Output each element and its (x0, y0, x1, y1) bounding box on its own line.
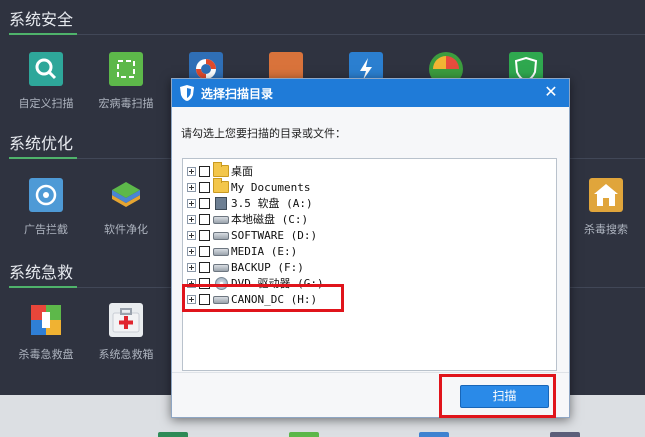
tree-checkbox[interactable] (199, 245, 210, 257)
drive-icon (213, 216, 229, 224)
section-divider (77, 34, 645, 35)
drive-icon (213, 232, 229, 240)
magnifier-icon (29, 52, 63, 86)
tree-item[interactable]: 桌面 (187, 162, 253, 179)
tree-checkbox[interactable] (199, 229, 210, 241)
shield-icon (180, 85, 194, 101)
tree-checkbox[interactable] (199, 181, 210, 193)
expand-icon[interactable] (187, 246, 196, 256)
tree-item[interactable]: BACKUP (F:) (187, 259, 304, 275)
highlight-box-drive (182, 284, 344, 312)
tree-checkbox[interactable] (199, 261, 210, 273)
select-scan-dir-dialog: 选择扫描目录 ✕ 请勾选上您要扫描的目录或文件： 桌面 My Documents 3… (171, 78, 570, 418)
folder-icon (213, 162, 229, 177)
tree-item[interactable]: SOFTWARE (D:) (187, 227, 317, 243)
tool-label: 系统急救箱 (98, 348, 154, 361)
expand-icon[interactable] (187, 166, 196, 176)
section-title-rescue: 系统急救 (9, 263, 74, 282)
divider (172, 372, 569, 373)
tree-checkbox[interactable] (199, 213, 210, 225)
tree-item-label: SOFTWARE (D:) (231, 228, 318, 242)
tool-label: 软件净化 (104, 223, 148, 236)
footer-tile[interactable] (419, 432, 449, 437)
tool-macro-scan[interactable]: 宏病毒扫描 (91, 52, 161, 111)
layers-icon (109, 178, 143, 212)
tree-item[interactable]: My Documents (187, 178, 311, 195)
expand-icon[interactable] (187, 198, 196, 208)
section-title-optimize: 系统优化 (9, 134, 74, 153)
highlight-box-scan (439, 374, 556, 418)
expand-icon[interactable] (187, 214, 196, 224)
tree-item[interactable]: 本地磁盘 (C:) (187, 211, 308, 227)
tool-label: 宏病毒扫描 (98, 97, 154, 110)
house-icon (589, 178, 623, 212)
tool-ad-block[interactable]: 广告拦截 (11, 178, 81, 237)
tree-checkbox[interactable] (199, 197, 210, 209)
tool-rescue-box[interactable]: 系统急救箱 (91, 303, 161, 362)
tree-item[interactable]: 3.5 软盘 (A:) (187, 195, 313, 211)
drive-icon (213, 264, 229, 272)
directory-tree[interactable]: 桌面 My Documents 3.5 软盘 (A:) 本地磁盘 (C:) SOFTWA… (182, 158, 557, 371)
dialog-prompt: 请勾选上您要扫描的目录或文件： (181, 127, 346, 140)
tool-label: 自定义扫描 (18, 97, 74, 110)
folder-icon (213, 178, 229, 193)
floppy-icon (215, 196, 227, 210)
tool-label: 杀毒急救盘 (18, 348, 74, 361)
scan-frame-icon (109, 52, 143, 86)
tree-item-label: 桌面 (231, 165, 253, 178)
footer-tile[interactable] (289, 432, 319, 437)
tree-item-label: BACKUP (F:) (231, 260, 304, 274)
section-underline (9, 157, 77, 159)
tool-kill-search[interactable]: 杀毒搜索 (571, 178, 641, 237)
section-underline (9, 286, 77, 288)
footer-tile[interactable] (158, 432, 188, 437)
tree-item-label: MEDIA (E:) (231, 244, 298, 258)
usb-rescue-icon (29, 303, 63, 337)
dialog-title: 选择扫描目录 (201, 87, 274, 101)
footer-tile[interactable] (550, 432, 580, 437)
first-aid-icon (109, 303, 143, 337)
tree-item-label: 3.5 软盘 (A:) (231, 197, 313, 210)
tool-software-clean[interactable]: 软件净化 (91, 178, 161, 237)
dialog-titlebar[interactable]: 选择扫描目录 ✕ (172, 79, 569, 107)
drive-icon (213, 248, 229, 256)
expand-icon[interactable] (187, 230, 196, 240)
tree-checkbox[interactable] (199, 165, 210, 177)
section-underline (9, 33, 77, 35)
section-title-security: 系统安全 (9, 10, 74, 29)
tree-item-label: 本地磁盘 (C:) (231, 213, 309, 226)
target-icon (29, 178, 63, 212)
expand-icon[interactable] (187, 182, 196, 192)
tool-rescue-disk[interactable]: 杀毒急救盘 (11, 303, 81, 362)
tree-item-label: My Documents (231, 180, 311, 194)
tool-label: 广告拦截 (24, 223, 68, 236)
close-icon[interactable]: ✕ (543, 82, 559, 102)
expand-icon[interactable] (187, 262, 196, 272)
tool-label: 杀毒搜索 (584, 223, 628, 236)
tool-custom-scan[interactable]: 自定义扫描 (11, 52, 81, 111)
tree-item[interactable]: MEDIA (E:) (187, 243, 297, 259)
